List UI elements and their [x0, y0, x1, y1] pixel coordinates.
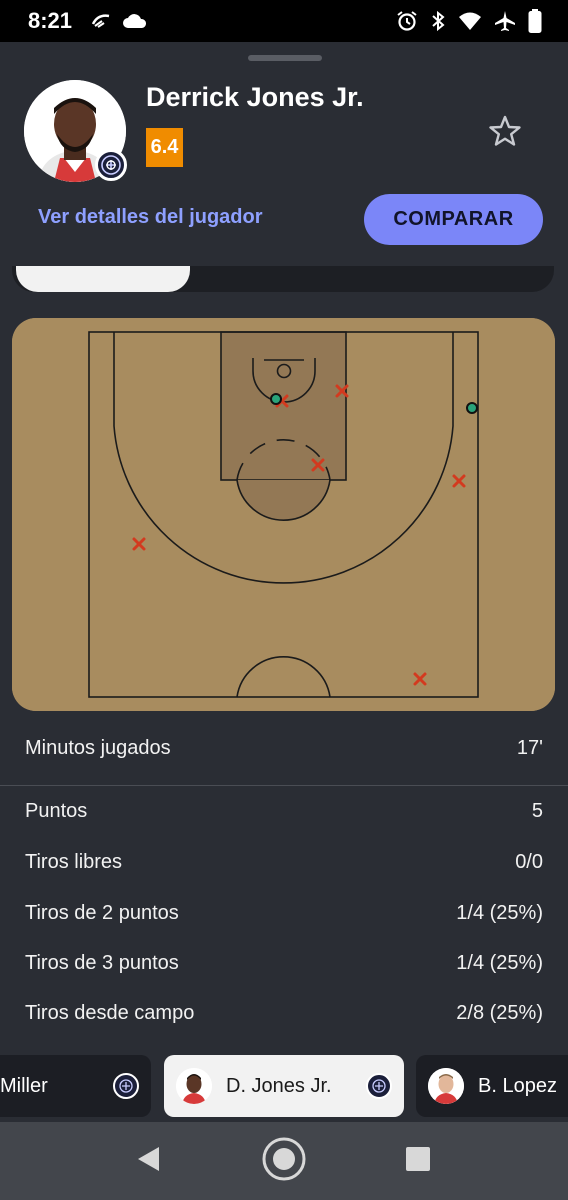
stat-label: Minutos jugados	[25, 736, 171, 759]
period-tabs-clip: TODOS 1C 2C	[0, 266, 568, 296]
stat-row-minutes: Minutos jugados 17'	[25, 733, 543, 763]
drag-handle[interactable]	[248, 55, 322, 61]
paint-area	[220, 331, 347, 481]
period-tabs: TODOS 1C 2C	[12, 266, 554, 292]
bluetooth-icon	[430, 10, 446, 32]
back-icon	[135, 1145, 161, 1178]
stat-value: 17'	[516, 736, 543, 759]
stat-label: Tiros de 2 puntos	[25, 901, 179, 924]
team-logo-icon	[113, 1073, 139, 1099]
stat-value: 0/0	[515, 850, 543, 873]
star-outline-icon	[488, 114, 522, 153]
recents-icon	[405, 1146, 431, 1177]
stat-row-free-throws: Tiros libres 0/0	[25, 847, 543, 877]
made-shot-marker	[466, 402, 478, 414]
stat-value: 1/4 (25%)	[456, 901, 543, 924]
stat-row-two-pointers: Tiros de 2 puntos 1/4 (25%)	[25, 898, 543, 928]
sync-icon	[90, 12, 112, 30]
back-button[interactable]	[108, 1122, 188, 1200]
wifi-icon	[458, 11, 482, 31]
home-button[interactable]	[244, 1122, 324, 1200]
stat-label: Puntos	[25, 799, 88, 822]
player-avatar	[428, 1068, 464, 1104]
player-chip-name: B. Lopez	[478, 1074, 557, 1097]
cloud-icon	[122, 12, 148, 30]
airplane-icon	[494, 10, 516, 32]
battery-icon	[528, 9, 542, 33]
player-details-link[interactable]: Ver detalles del jugador	[38, 206, 263, 229]
compare-button[interactable]: COMPARAR	[364, 194, 543, 245]
player-chip[interactable]: B. Lopez	[416, 1055, 568, 1117]
stat-label: Tiros libres	[25, 850, 123, 873]
recents-button[interactable]	[378, 1122, 458, 1200]
stat-row-three-pointers: Tiros de 3 puntos 1/4 (25%)	[25, 948, 543, 978]
divider	[0, 785, 568, 786]
status-bar: 8:21	[0, 0, 568, 42]
player-chip-name: Miller	[0, 1074, 48, 1097]
status-time: 8:21	[28, 8, 73, 33]
team-logo-icon	[366, 1073, 392, 1099]
shot-chart	[12, 318, 555, 711]
court-svg	[12, 318, 555, 711]
stat-value: 5	[531, 799, 543, 822]
made-shot-marker	[270, 393, 282, 405]
alarm-icon	[396, 10, 418, 32]
tab-second-half[interactable]: 2C	[376, 266, 550, 292]
tab-all[interactable]: TODOS	[16, 266, 190, 292]
player-chip[interactable]: Miller	[0, 1055, 151, 1117]
stat-row-points: Puntos 5	[25, 796, 543, 826]
favorite-button[interactable]	[486, 114, 524, 152]
rating-badge: 6.4	[146, 128, 183, 167]
tab-first-half[interactable]: 1C	[196, 266, 370, 292]
player-chip-name: D. Jones Jr.	[226, 1074, 332, 1097]
team-logo-icon	[95, 149, 127, 181]
stat-value: 1/4 (25%)	[456, 951, 543, 974]
home-icon	[261, 1136, 307, 1187]
player-chip-active[interactable]: D. Jones Jr.	[164, 1055, 404, 1117]
player-name: Derrick Jones Jr.	[146, 82, 364, 112]
system-nav-bar	[0, 1122, 568, 1200]
stat-label: Tiros desde campo	[25, 1001, 195, 1024]
stat-label: Tiros de 3 puntos	[25, 951, 179, 974]
player-carousel: Miller D. Jones Jr. B. Lopez	[0, 1055, 568, 1117]
player-avatar	[176, 1068, 212, 1104]
stat-value: 2/8 (25%)	[456, 1001, 543, 1024]
player-sheet: Derrick Jones Jr. 6.4 Ver detalles del j…	[0, 42, 568, 1122]
stat-row-field-goals: Tiros desde campo 2/8 (25%)	[25, 998, 543, 1028]
